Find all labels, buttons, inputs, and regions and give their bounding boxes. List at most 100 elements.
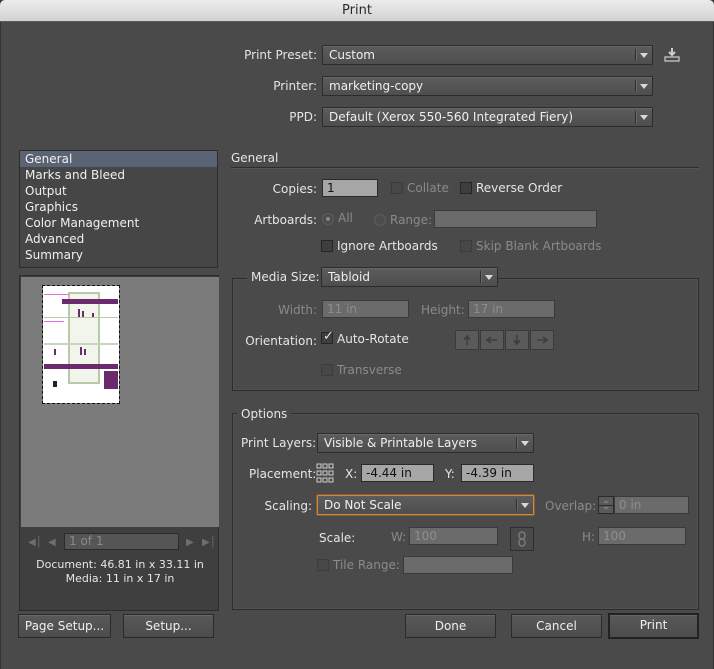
- width-input[interactable]: 11 in: [322, 300, 409, 318]
- select-separator: [516, 437, 517, 449]
- ppd-value: Default (Xerox 550-560 Integrated Fiery): [329, 110, 574, 124]
- sidebar-item-output[interactable]: Output: [20, 183, 217, 199]
- window-title: Print: [342, 3, 372, 18]
- scale-h-input[interactable]: 100: [598, 527, 686, 545]
- done-button[interactable]: Done: [405, 614, 496, 638]
- save-preset-button[interactable]: [663, 47, 681, 63]
- print-button[interactable]: Print: [608, 613, 699, 639]
- orientation-landscape-left-button[interactable]: [480, 330, 504, 350]
- artboards-label: Artboards:: [254, 213, 317, 227]
- print-preset-value: Custom: [329, 48, 375, 62]
- scaling-select[interactable]: Do Not Scale: [317, 495, 534, 515]
- printer-label: Printer:: [273, 79, 317, 93]
- artboards-all-radio[interactable]: [322, 213, 334, 225]
- print-preset-select[interactable]: Custom: [322, 45, 653, 65]
- overlap-stepper[interactable]: [598, 496, 614, 514]
- copies-input[interactable]: 1: [322, 179, 378, 197]
- previous-page-icon[interactable]: ◀: [48, 537, 56, 548]
- sidebar-item-graphics[interactable]: Graphics: [20, 199, 217, 215]
- last-page-icon[interactable]: ▶│: [202, 537, 216, 548]
- landscape-right-icon: [537, 336, 549, 344]
- section-divider: [231, 167, 699, 168]
- scaling-value: Do Not Scale: [324, 498, 402, 512]
- chevron-down-icon: [640, 115, 648, 120]
- first-page-icon[interactable]: ◀│: [28, 537, 42, 548]
- window-titlebar: Print: [0, 0, 714, 22]
- ignore-artboards-checkbox[interactable]: [321, 240, 333, 252]
- portrait-down-icon: [513, 335, 521, 346]
- copies-label: Copies:: [272, 182, 317, 196]
- media-size-label: Media Size:: [247, 270, 324, 284]
- preview-canvas[interactable]: [21, 277, 219, 527]
- placement-y-input[interactable]: -4.39 in: [461, 464, 534, 482]
- artwork-thumbnail: [44, 287, 118, 402]
- range-label: Range:: [390, 213, 433, 227]
- landscape-left-icon: [485, 336, 497, 344]
- overlap-input[interactable]: 0 in: [614, 496, 689, 514]
- media-size-select[interactable]: Tabloid: [321, 267, 498, 287]
- media-size-value: Tabloid: [328, 270, 370, 284]
- reverse-order-checkbox[interactable]: [460, 182, 472, 194]
- select-separator: [635, 80, 636, 92]
- tile-range-label: Tile Range:: [333, 558, 400, 572]
- cancel-button[interactable]: Cancel: [511, 614, 602, 638]
- setup-button[interactable]: Setup...: [123, 614, 214, 638]
- page-number-field[interactable]: 1 of 1: [64, 533, 179, 550]
- print-preset-label: Print Preset:: [244, 48, 317, 62]
- orientation-portrait-button[interactable]: [455, 330, 479, 350]
- select-separator: [635, 111, 636, 123]
- skip-blank-artboards-label: Skip Blank Artboards: [476, 239, 602, 253]
- transverse-label: Transverse: [337, 363, 402, 377]
- sidebar-item-marks-and-bleed[interactable]: Marks and Bleed: [20, 167, 217, 183]
- sidebar-item-advanced[interactable]: Advanced: [20, 231, 217, 247]
- placement-reference-point[interactable]: [316, 463, 334, 483]
- range-input[interactable]: [434, 210, 597, 228]
- chevron-down-icon: [521, 441, 529, 446]
- placement-x-label: X:: [345, 467, 358, 481]
- ppd-select[interactable]: Default (Xerox 550-560 Integrated Fiery): [322, 107, 653, 127]
- collate-checkbox[interactable]: [391, 182, 403, 194]
- print-preview-panel: ◀│ ◀ 1 of 1 ▶ ▶│ Document: 46.81 in x 33…: [19, 275, 219, 611]
- select-separator: [480, 271, 481, 283]
- next-page-icon[interactable]: ▶: [186, 537, 194, 548]
- print-layers-select[interactable]: Visible & Printable Layers: [317, 433, 534, 453]
- orientation-label: Orientation:: [245, 334, 317, 348]
- reverse-order-label: Reverse Order: [476, 181, 563, 195]
- scale-w-input[interactable]: 100: [409, 527, 498, 545]
- collate-label: Collate: [407, 181, 449, 195]
- auto-rotate-checkbox[interactable]: ✓: [321, 329, 334, 344]
- skip-blank-artboards-checkbox[interactable]: [460, 240, 472, 252]
- reference-point-grid-icon: [316, 463, 334, 483]
- page-setup-button[interactable]: Page Setup...: [18, 614, 111, 638]
- category-list: General Marks and Bleed Output Graphics …: [19, 150, 218, 268]
- save-preset-icon: [664, 48, 680, 62]
- artboards-range-radio[interactable]: [374, 214, 386, 226]
- height-input[interactable]: 17 in: [468, 300, 555, 318]
- transverse-checkbox[interactable]: [321, 364, 333, 376]
- orientation-landscape-right-button[interactable]: [530, 330, 554, 350]
- print-layers-label: Print Layers:: [241, 436, 317, 450]
- ignore-artboards-label: Ignore Artboards: [337, 239, 438, 253]
- ppd-label: PPD:: [289, 110, 317, 124]
- media-size-info: Media: 11 in x 17 in: [65, 572, 175, 585]
- chevron-down-icon: [485, 275, 493, 280]
- placement-x-input[interactable]: -4.44 in: [361, 464, 434, 482]
- sidebar-item-general[interactable]: General: [20, 151, 217, 167]
- sidebar-item-color-management[interactable]: Color Management: [20, 215, 217, 231]
- preview-page-thumbnail[interactable]: [42, 285, 120, 404]
- tile-range-input[interactable]: [403, 556, 513, 574]
- artboards-all-label: All: [338, 211, 353, 225]
- placement-label: Placement:: [249, 467, 317, 481]
- printer-select[interactable]: marketing-copy: [322, 76, 653, 96]
- scale-w-label: W:: [391, 530, 407, 544]
- document-size-info: Document: 46.81 in x 33.11 in: [36, 558, 204, 571]
- sidebar-item-summary[interactable]: Summary: [20, 247, 217, 263]
- orientation-portrait-flipped-button[interactable]: [505, 330, 529, 350]
- select-separator: [635, 49, 636, 61]
- constrain-proportions-button[interactable]: [510, 527, 534, 551]
- print-layers-value: Visible & Printable Layers: [324, 436, 477, 450]
- overlap-label: Overlap:: [545, 499, 597, 513]
- width-label: Width:: [278, 303, 317, 317]
- tile-range-checkbox[interactable]: [317, 559, 329, 571]
- stepper-arrows-icon: [599, 500, 613, 510]
